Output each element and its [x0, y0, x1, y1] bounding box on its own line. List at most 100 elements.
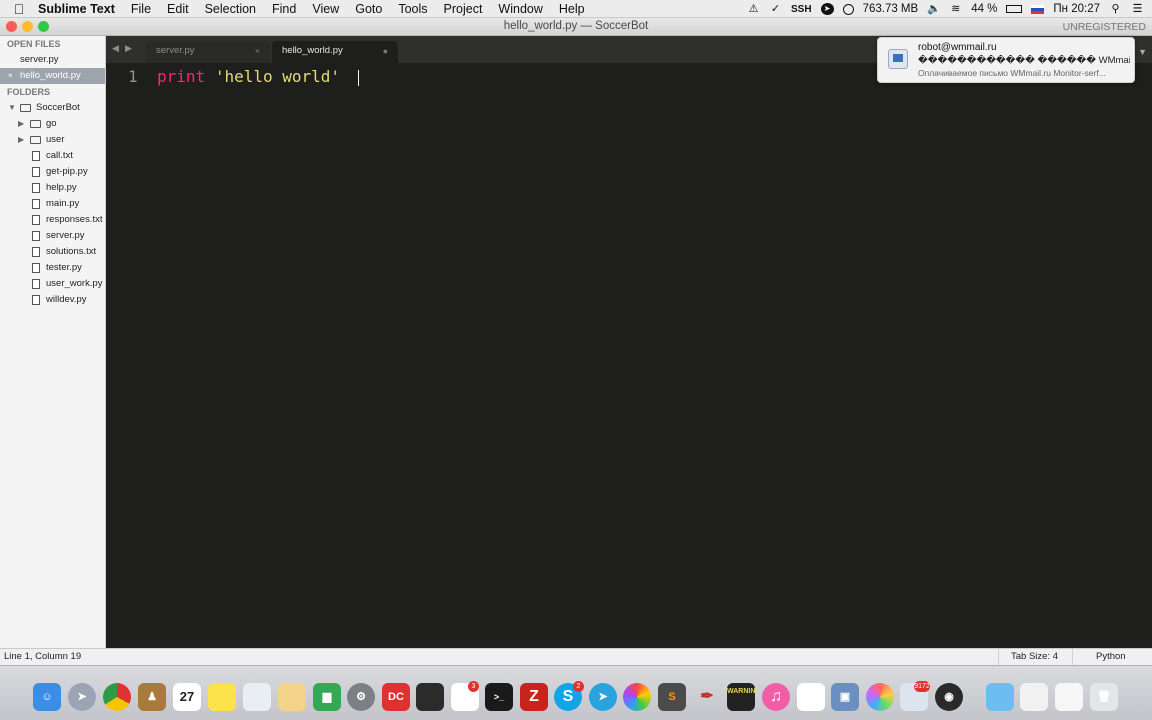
file-label: solutions.txt — [46, 246, 97, 257]
status-divider — [998, 649, 999, 666]
checkmark-icon[interactable]: ✓ — [769, 3, 782, 15]
menu-help[interactable]: Help — [559, 2, 585, 16]
file-item[interactable]: tester.py — [0, 260, 105, 276]
menu-project[interactable]: Project — [444, 2, 483, 16]
email-notification[interactable]: robot@wmmail.ru ������������ ������ WMma… — [877, 37, 1135, 83]
memory-monitor-icon[interactable] — [842, 3, 854, 15]
tab-size-selector[interactable]: Tab Size: 4 — [1011, 651, 1058, 662]
open-files-header: OPEN FILES — [7, 39, 61, 49]
notification-sender: robot@wmmail.ru — [918, 42, 997, 53]
system-preferences-icon[interactable]: ⚙ — [347, 683, 375, 711]
menu-find[interactable]: Find — [272, 2, 296, 16]
menu-goto[interactable]: Goto — [355, 2, 382, 16]
documents-stack-icon[interactable] — [1055, 683, 1083, 711]
notification-bell-icon[interactable]: ⚠ — [747, 3, 760, 15]
tab-list-dropdown-icon[interactable]: ▼ — [1138, 47, 1147, 57]
notes-icon[interactable] — [208, 683, 236, 711]
cursor-position: Line 1, Column 19 — [4, 651, 82, 662]
navigation-icon[interactable]: ➤ — [820, 3, 834, 15]
clock[interactable]: Пн 20:27 — [1053, 3, 1100, 15]
textedit-icon[interactable] — [797, 683, 825, 711]
notification-center-icon[interactable]: ☰ — [1131, 3, 1144, 15]
ssh-indicator[interactable]: SSH — [791, 4, 812, 15]
open-file-item[interactable]: server.py — [0, 52, 105, 68]
console-icon[interactable]: WARNIN — [727, 683, 755, 711]
menu-selection[interactable]: Selection — [205, 2, 256, 16]
photos-icon[interactable] — [866, 683, 894, 711]
tab-label: hello_world.py — [282, 45, 343, 56]
unregistered-label: UNREGISTERED — [1062, 21, 1146, 33]
double-commander-icon[interactable]: DC — [382, 683, 410, 711]
preview-icon[interactable] — [243, 683, 271, 711]
volume-icon[interactable]: 🔈 — [927, 3, 941, 15]
file-item[interactable]: willdev.py — [0, 292, 105, 308]
file-icon — [32, 199, 40, 209]
menubar-status-area: ⚠ ✓ SSH ➤ 763.73 MB 🔈 ≋ 44 % Пн 20:27 ⚲ … — [747, 0, 1152, 18]
folder-label: SoccerBot — [36, 102, 80, 113]
expanded-arrow-icon[interactable]: ▼ — [8, 100, 16, 116]
file-icon — [32, 279, 40, 289]
menu-window[interactable]: Window — [498, 2, 542, 16]
contacts-icon[interactable]: ♟ — [138, 683, 166, 711]
syntax-selector[interactable]: Python — [1096, 651, 1126, 662]
tab-server-py[interactable]: server.py × — [146, 41, 270, 63]
close-file-icon[interactable]: × — [8, 68, 13, 84]
notification-subject: ������������ ������ WMmail.... — [918, 55, 1130, 66]
tab-next-icon[interactable]: ▶ — [125, 43, 132, 54]
window-title: hello_world.py — SoccerBot — [503, 20, 649, 32]
broom-cleaner-icon[interactable]: ✒ — [693, 683, 721, 711]
calendar-icon[interactable]: 27 — [173, 683, 201, 711]
menu-edit[interactable]: Edit — [167, 2, 189, 16]
folder-stack-icon[interactable] — [986, 683, 1014, 711]
project-folder[interactable]: ▼ SoccerBot — [0, 100, 105, 116]
code-line[interactable]: print 'hello world' — [157, 67, 340, 86]
downloads-stack-icon[interactable] — [1020, 683, 1048, 711]
code-editor-app-icon[interactable] — [416, 683, 444, 711]
file-item[interactable]: solutions.txt — [0, 244, 105, 260]
virtualbox-icon[interactable]: ▣ — [831, 683, 859, 711]
open-file-item-selected[interactable]: × hello_world.py — [0, 68, 105, 84]
file-item[interactable]: main.py — [0, 196, 105, 212]
color-picker-icon[interactable] — [623, 683, 651, 711]
memory-usage[interactable]: 763.73 MB — [863, 3, 919, 15]
file-item[interactable]: user_work.py — [0, 276, 105, 292]
subfolder-item[interactable]: ▶ user — [0, 132, 105, 148]
tab-prev-icon[interactable]: ◀ — [112, 43, 119, 54]
launchpad-icon[interactable]: ➤ — [68, 683, 96, 711]
file-label: responses.txt — [46, 214, 103, 225]
obs-icon[interactable]: ◉ — [935, 683, 963, 711]
sublime-text-icon[interactable]: S — [658, 683, 686, 711]
file-item[interactable]: responses.txt — [0, 212, 105, 228]
itunes-icon[interactable]: ♫ — [762, 683, 790, 711]
finder-icon[interactable]: ☺ — [33, 683, 61, 711]
filezilla-icon[interactable]: Z — [520, 683, 548, 711]
file-item[interactable]: get-pip.py — [0, 164, 105, 180]
file-item[interactable]: help.py — [0, 180, 105, 196]
file-item[interactable]: server.py — [0, 228, 105, 244]
terminal-icon[interactable]: >_ — [485, 683, 513, 711]
unsaved-dot-icon[interactable]: ● — [383, 41, 388, 61]
collapsed-arrow-icon[interactable]: ▶ — [18, 132, 24, 148]
chrome-icon[interactable] — [103, 683, 131, 711]
subfolder-item[interactable]: ▶ go — [0, 116, 105, 132]
app-menu[interactable]: Sublime Text — [38, 2, 115, 16]
trash-icon[interactable]: 🗑 — [1090, 683, 1118, 711]
menu-tools[interactable]: Tools — [398, 2, 427, 16]
menu-view[interactable]: View — [312, 2, 339, 16]
tab-hello-world-py[interactable]: hello_world.py ● — [272, 41, 398, 63]
notification-badge: 3 — [468, 681, 479, 692]
battery-icon[interactable] — [1006, 5, 1023, 13]
spotlight-search-icon[interactable]: ⚲ — [1109, 3, 1122, 15]
wifi-icon[interactable]: ≋ — [949, 3, 962, 15]
menu-file[interactable]: File — [131, 2, 151, 16]
notes-app-icon[interactable] — [278, 683, 306, 711]
close-tab-icon[interactable]: × — [255, 41, 260, 61]
apple-menu-icon[interactable]:  — [0, 1, 38, 17]
file-item[interactable]: call.txt — [0, 148, 105, 164]
collapsed-arrow-icon[interactable]: ▶ — [18, 116, 24, 132]
battery-percent[interactable]: 44 % — [971, 3, 997, 15]
telegram-icon[interactable]: ➤ — [589, 683, 617, 711]
code-editor[interactable]: ▼ 1 print 'hello world' — [106, 47, 1152, 648]
flag-icon[interactable] — [1031, 4, 1045, 14]
numbers-icon[interactable]: ▆ — [313, 683, 341, 711]
